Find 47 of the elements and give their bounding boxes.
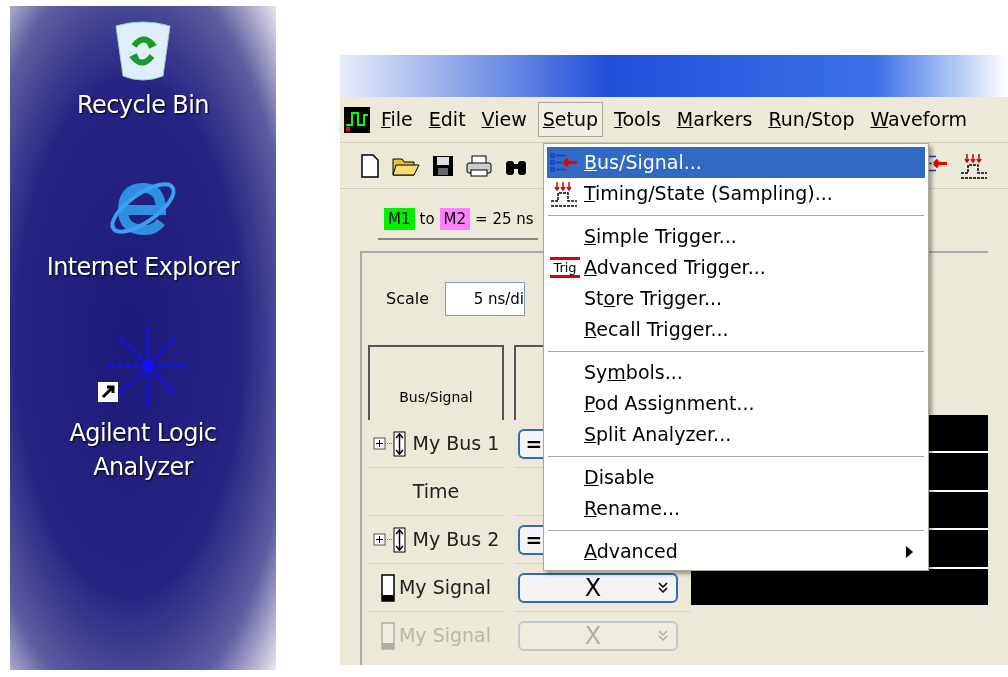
bus-signal-name[interactable]: My Bus 2 <box>412 525 500 554</box>
column-header: Bus/Signal <box>399 388 473 407</box>
menu-item[interactable]: Advanced <box>547 536 925 567</box>
printer-icon[interactable] <box>466 154 492 177</box>
menu-bar-item[interactable]: View <box>476 102 532 137</box>
menu-item[interactable]: Symbols... <box>547 357 925 388</box>
menu-item[interactable]: Bus/Signal... <box>547 147 925 178</box>
bus-signal-name[interactable]: Time <box>412 477 460 506</box>
marker-joiner-text: to <box>419 208 435 230</box>
menu-item[interactable]: Recall Trigger... <box>547 314 925 345</box>
timing-waveform-icon[interactable] <box>550 180 578 207</box>
double-chevron-icon <box>658 629 668 642</box>
scale-field[interactable]: 5 ns/di <box>445 282 526 316</box>
timing-waveform-icon[interactable] <box>960 152 988 179</box>
signal-value-dropdown[interactable]: X <box>518 572 678 603</box>
desktop-icon-label[interactable]: Agilent Logic Analyzer <box>23 416 263 484</box>
desktop-icon-label[interactable]: Internet Explorer <box>23 250 263 284</box>
menu-item[interactable]: Pod Assignment... <box>547 388 925 419</box>
desktop-icon-label[interactable]: Recycle Bin <box>23 88 263 122</box>
bus-signal-name[interactable]: My Signal <box>398 573 491 602</box>
menu-item[interactable]: Timing/State (Sampling)... <box>547 178 925 209</box>
menu-item[interactable]: Simple Trigger... <box>547 221 925 252</box>
submenu-arrow-icon <box>906 545 913 558</box>
new-document-icon[interactable] <box>360 153 380 178</box>
expand-bus-icon[interactable] <box>372 430 409 457</box>
menu-item[interactable]: Trig Advanced Trigger... <box>547 252 925 283</box>
double-chevron-icon <box>658 581 668 594</box>
marker-label: M2 <box>439 207 471 231</box>
menu-bar-item[interactable]: Setup <box>537 102 604 137</box>
menu-item[interactable]: Split Analyzer... <box>547 419 925 450</box>
menu-item[interactable]: Store Trigger... <box>547 283 925 314</box>
menu-item[interactable]: Disable <box>547 462 925 493</box>
menu-bar-item[interactable]: Markers <box>671 102 758 137</box>
signal-icon <box>380 621 395 650</box>
app-logo-icon <box>344 106 370 133</box>
menu-bar-item[interactable]: Waveform <box>865 102 972 137</box>
menu-bar-item[interactable]: Run/Stop <box>763 102 860 137</box>
menu-bar-item[interactable]: File <box>376 102 418 137</box>
menu-bar-item[interactable]: Tools <box>609 102 666 137</box>
menu-bar-item[interactable]: Edit <box>423 102 471 137</box>
scale-label: Scale <box>386 288 430 310</box>
marker-interval-text: = 25 ns <box>475 208 534 230</box>
expand-bus-icon[interactable] <box>372 526 409 553</box>
marker-label: M1 <box>384 207 415 231</box>
signal-icon <box>380 573 395 602</box>
bus-signal-name[interactable]: My Bus 1 <box>412 429 500 458</box>
menu-item[interactable]: Rename... <box>547 493 925 524</box>
